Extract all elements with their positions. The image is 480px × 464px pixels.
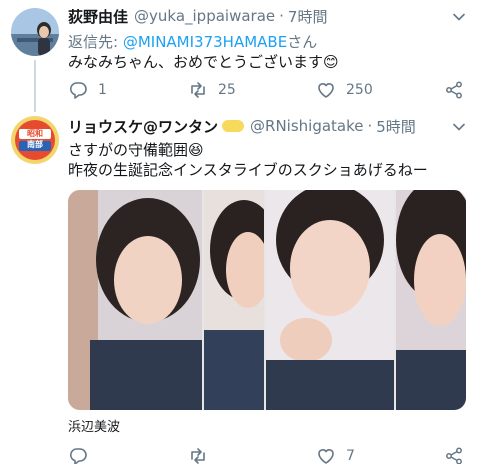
separator: · [367,117,373,135]
avatar-text-line: 南部 [27,140,43,149]
tweet-1[interactable]: 荻野由佳 @yuka_ippaiwarae · 7時間 返信先: @MINAMI… [0,0,480,112]
reply-button[interactable]: 1 [68,78,107,102]
like-button[interactable]: 7 [316,444,355,464]
separator: · [279,7,284,25]
share-icon [446,81,462,99]
photo-3[interactable] [266,190,394,410]
tweet-text: みなみちゃん、おめでとうございます😊 [68,53,339,71]
chevron-down-icon[interactable] [452,10,466,24]
display-name[interactable]: リョウスケ@ワンタン [68,116,218,137]
heart-icon [318,83,334,98]
emoji-badge-icon [222,120,245,132]
media-grid[interactable] [68,190,466,410]
share-icon [446,447,462,464]
retweet-button[interactable]: 25 [188,78,236,102]
photo-4[interactable] [396,190,466,410]
user-handle[interactable]: @RNishigatake [250,117,363,135]
tweet-actions: 7 [68,444,468,464]
like-count: 7 [346,448,355,464]
reply-context: 返信先: @MINAMI373HAMABEさん [68,32,317,52]
like-count: 250 [346,82,373,98]
tweet-header: 荻野由佳 @yuka_ippaiwarae · 7時間 [68,6,327,26]
heart-icon [318,449,334,464]
timestamp[interactable]: 5時間 [376,116,416,137]
reply-mention[interactable]: @MINAMI373HAMABE [123,33,287,51]
chevron-down-icon[interactable] [452,120,466,134]
avatar-text: 昭和 南部 [11,128,59,150]
user-handle[interactable]: @yuka_ippaiwarae [134,7,275,25]
thread-line [34,60,36,112]
retweet-button[interactable] [188,444,208,464]
reply-button[interactable] [68,444,88,464]
retweet-icon [191,82,205,98]
retweet-count: 25 [218,82,236,98]
tweet-header: リョウスケ@ワンタン @RNishigatake · 5時間 [68,116,416,136]
photo-2[interactable] [204,190,264,410]
reply-icon [69,82,87,99]
avatar[interactable] [11,8,59,56]
reply-prefix: 返信先: [68,33,123,51]
like-button[interactable]: 250 [316,78,373,102]
tweet-actions: 1 25 250 [68,78,468,102]
tweet-text-line-2: 昨夜の生誕記念インスタライブのスクショあげるねー [68,161,428,179]
reply-suffix: さん [287,33,318,51]
timestamp[interactable]: 7時間 [288,6,328,27]
reply-count: 1 [98,82,107,98]
share-button[interactable] [444,444,464,464]
media-caption[interactable]: 浜辺美波 [68,416,120,435]
retweet-icon [191,448,205,464]
display-name[interactable]: 荻野由佳 [68,6,128,27]
avatar-text-line: 昭和 [27,129,43,138]
photo-1[interactable] [68,190,202,410]
reply-icon [69,448,87,464]
avatar[interactable]: 昭和 南部 [11,116,59,164]
share-button[interactable] [444,78,464,102]
tweet-text-line-1: さすがの守備範囲😆 [68,141,204,159]
